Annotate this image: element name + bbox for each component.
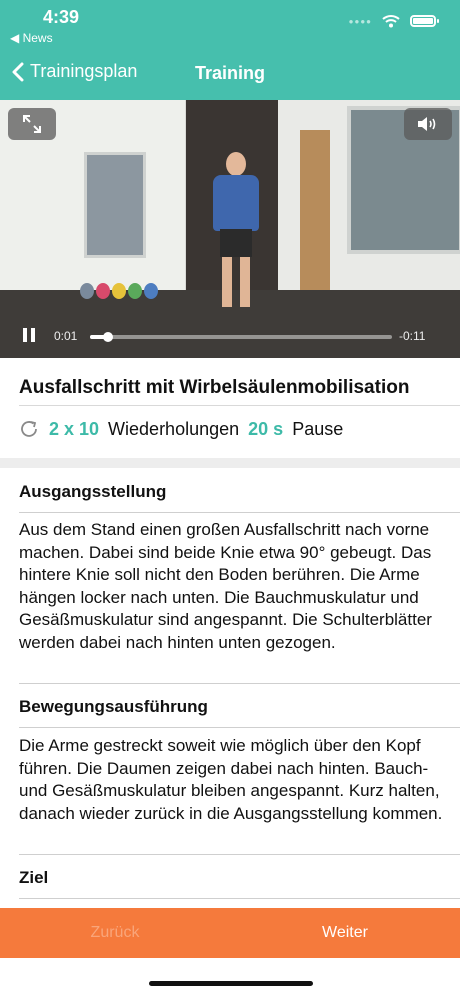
battery-icon [410, 15, 439, 27]
elapsed-time: 0:01 [54, 329, 78, 343]
exercise-description[interactable]: Ausgangsstellung Aus dem Stand einen gro… [0, 468, 460, 908]
bottom-navigation-bar: Zurück Weiter [0, 908, 460, 958]
status-icons: ●●●● [348, 14, 439, 28]
back-button[interactable]: Trainingsplan [12, 61, 137, 82]
volume-button[interactable] [404, 108, 452, 140]
previous-button[interactable]: Zurück [0, 908, 230, 958]
signal-icon: ●●●● [348, 16, 372, 26]
divider [19, 405, 460, 406]
progress-knob[interactable] [103, 332, 114, 342]
repeat-icon [21, 421, 37, 437]
pause-label: Pause [292, 418, 344, 439]
pause-button[interactable] [23, 328, 35, 342]
page-title: Training [195, 63, 266, 83]
video-player[interactable]: 0:01 -0:11 [0, 100, 460, 358]
divider [19, 512, 460, 513]
remaining-time: -0:11 [399, 329, 426, 343]
section-heading-movement: Bewegungsausführung [19, 697, 208, 716]
section-heading-start: Ausgangsstellung [19, 482, 167, 501]
expand-icon [23, 115, 41, 133]
section-text-movement: Die Arme gestreckt soweit wie möglich üb… [19, 736, 443, 823]
status-time: 4:39 [43, 7, 80, 27]
exercise-title: Ausfallschritt mit Wirbelsäulenmobilisat… [19, 377, 410, 398]
wifi-icon [382, 15, 400, 28]
divider [19, 854, 460, 855]
trainer-figure [226, 152, 246, 176]
next-button[interactable]: Weiter [230, 908, 460, 958]
divider [19, 898, 460, 899]
fullscreen-button[interactable] [8, 108, 56, 140]
section-heading-goal: Ziel [19, 868, 49, 887]
back-to-app-link[interactable]: ◀ News [10, 31, 53, 45]
pause-value: 20 s [248, 418, 284, 439]
sets-value: 2 x 10 [49, 418, 100, 439]
home-indicator[interactable] [149, 981, 313, 986]
speaker-icon [418, 117, 436, 131]
section-separator [0, 458, 460, 468]
back-button-label: Trainingsplan [30, 61, 138, 81]
section-text-start: Aus dem Stand einen großen Ausfallschrit… [19, 520, 432, 652]
video-progress-bar[interactable] [90, 332, 392, 342]
divider [19, 683, 460, 684]
chevron-left-icon [12, 62, 24, 81]
exercise-summary: Ausfallschritt mit Wirbelsäulenmobilisat… [0, 358, 460, 458]
reps-label: Wiederholungen [108, 418, 240, 439]
repetitions-info: 2 x 10 Wiederholungen 20 s Pause [18, 418, 343, 440]
divider [19, 727, 460, 728]
navigation-header: 4:39 ◀ News ●●●● Trainingsplan Training [0, 0, 460, 100]
video-controls: 0:01 -0:11 [0, 314, 460, 358]
